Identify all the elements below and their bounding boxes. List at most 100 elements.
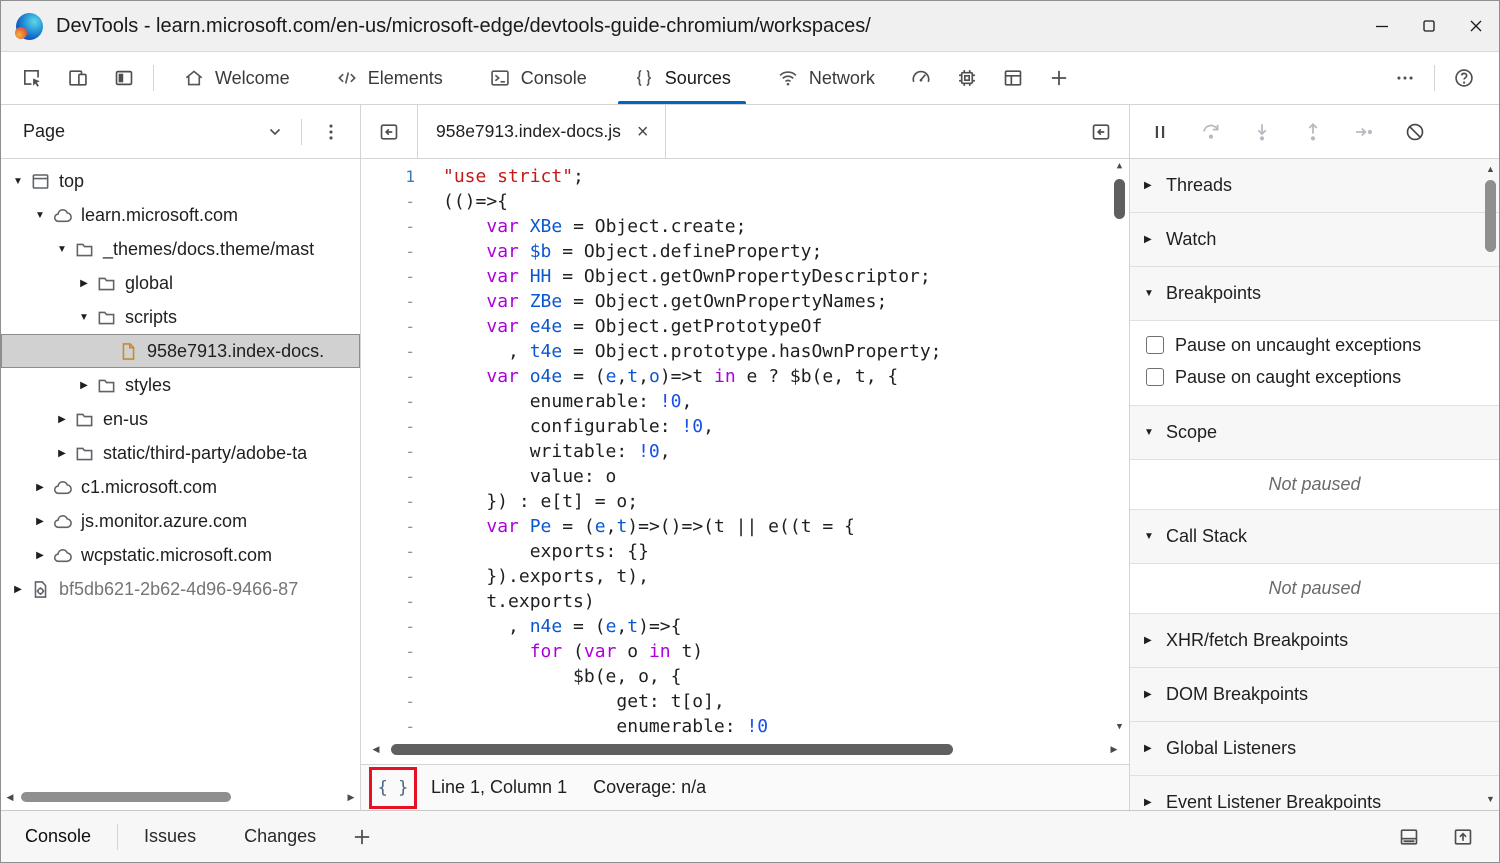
- close-button[interactable]: [1452, 1, 1499, 51]
- checkbox-unchecked-icon[interactable]: [1146, 336, 1164, 354]
- twisty-right-icon[interactable]: ▶: [75, 278, 93, 289]
- tab-console[interactable]: Console: [466, 52, 610, 104]
- scroll-up-icon[interactable]: ▲: [1113, 162, 1127, 171]
- twisty-right-icon[interactable]: ▶: [53, 448, 71, 459]
- more-tools-button[interactable]: [1036, 56, 1082, 100]
- tree-item-js-monitor-azure-com[interactable]: ▶ js.monitor.azure.com: [1, 504, 360, 538]
- editor-panel-toggle-button[interactable]: [1079, 110, 1123, 154]
- tree-item-global[interactable]: ▶ global: [1, 266, 360, 300]
- device-emulation-button[interactable]: [55, 56, 101, 100]
- tree-item-en-us[interactable]: ▶ en-us: [1, 402, 360, 436]
- tree-item-styles[interactable]: ▶ styles: [1, 368, 360, 402]
- twisty-right-icon[interactable]: ▶: [31, 516, 49, 527]
- tree-item-label: learn.microsoft.com: [81, 204, 239, 225]
- twisty-down-icon[interactable]: ▼: [75, 312, 93, 323]
- scroll-left-icon[interactable]: ◀: [369, 745, 383, 754]
- focus-mode-button[interactable]: [101, 56, 147, 100]
- tree-item-label: scripts: [125, 306, 178, 327]
- scroll-down-icon[interactable]: ▼: [1113, 723, 1127, 732]
- twisty-right-icon[interactable]: ▶: [31, 550, 49, 561]
- twisty-right-icon[interactable]: ▶: [53, 414, 71, 425]
- tree-item-wcpstatic-microsoft-com[interactable]: ▶ wcpstatic.microsoft.com: [1, 538, 360, 572]
- tree-item-scripts[interactable]: ▼ scripts: [1, 300, 360, 334]
- checkbox-unchecked-icon[interactable]: [1146, 368, 1164, 386]
- step-button[interactable]: [1338, 110, 1389, 154]
- coverage-status: Coverage: n/a: [593, 777, 707, 797]
- page-dropdown[interactable]: Page: [1, 105, 295, 158]
- breakpoint-option-pause-on-caught-exceptions[interactable]: Pause on caught exceptions: [1130, 361, 1499, 393]
- breakpoint-option-pause-on-uncaught-exceptions[interactable]: Pause on uncaught exceptions: [1130, 329, 1499, 361]
- code-line: value: o: [443, 466, 617, 487]
- scrollbar-thumb[interactable]: [1114, 179, 1125, 219]
- application-button[interactable]: [990, 56, 1036, 100]
- section-label: Global Listeners: [1166, 738, 1297, 758]
- close-tab-icon[interactable]: ×: [637, 122, 649, 142]
- tree-item-themes-docs-theme-mast[interactable]: ▼ _themes/docs.theme/mast: [1, 232, 360, 266]
- add-drawer-tab-button[interactable]: [340, 815, 384, 859]
- scroll-left-icon[interactable]: ◀: [3, 792, 17, 802]
- step-out-button[interactable]: [1287, 110, 1338, 154]
- section-header-dom-breakpoints[interactable]: ▶ DOM Breakpoints: [1130, 668, 1499, 722]
- pause-script-button[interactable]: [1134, 110, 1185, 154]
- memory-button[interactable]: [944, 56, 990, 100]
- tree-item-top[interactable]: ▼ top: [1, 164, 360, 198]
- scroll-right-icon[interactable]: ▶: [1107, 745, 1121, 754]
- help-button[interactable]: [1441, 56, 1487, 100]
- editor-back-button[interactable]: [367, 110, 411, 154]
- twisty-down-icon[interactable]: ▼: [9, 176, 27, 187]
- scrollbar-track: [1483, 174, 1498, 795]
- twisty-right-icon[interactable]: ▶: [75, 380, 93, 391]
- code-editor[interactable]: 1 - - - - - - - - - - - - - - - - - - - - - - "use strict"; (()…: [361, 159, 1129, 736]
- twisty-right-icon[interactable]: ▶: [9, 584, 27, 595]
- step-into-button[interactable]: [1236, 110, 1287, 154]
- section-header-breakpoints[interactable]: ▼ Breakpoints: [1130, 267, 1499, 321]
- editor-statusbar: { } Line 1, Column 1 Coverage: n/a: [361, 764, 1129, 810]
- deactivate-breakpoints-button[interactable]: [1389, 110, 1440, 154]
- tab-welcome[interactable]: Welcome: [160, 52, 313, 104]
- tree-item-958e7913-index-docs[interactable]: 958e7913.index-docs.: [1, 334, 360, 368]
- maximize-button[interactable]: [1405, 1, 1452, 51]
- expand-drawer-button[interactable]: [1441, 815, 1485, 859]
- tree-item-label: top: [59, 170, 85, 191]
- pretty-print-button[interactable]: { }: [373, 771, 413, 805]
- section-header-xhr-fetch-breakpoints[interactable]: ▶ XHR/fetch Breakpoints: [1130, 614, 1499, 668]
- scroll-up-icon[interactable]: ▲: [1484, 165, 1498, 174]
- section-header-watch[interactable]: ▶ Watch: [1130, 213, 1499, 267]
- drawer-tab-console[interactable]: Console: [1, 811, 115, 862]
- line-number-gutter[interactable]: 1 - - - - - - - - - - - - - - - - - - - - - -: [361, 159, 433, 736]
- navigator-horizontal-scrollbar: ◀ ▶: [3, 789, 358, 805]
- section-header-call-stack[interactable]: ▼ Call Stack: [1130, 510, 1499, 564]
- section-header-global-listeners[interactable]: ▶ Global Listeners: [1130, 722, 1499, 776]
- tab-sources[interactable]: Sources: [610, 52, 754, 104]
- drawer-tab-changes[interactable]: Changes: [220, 811, 340, 862]
- tree-item-static-third-party-adobe-ta[interactable]: ▶ static/third-party/adobe-ta: [1, 436, 360, 470]
- scrollbar-thumb[interactable]: [21, 791, 231, 802]
- tree-item-learn-microsoft-com[interactable]: ▼ learn.microsoft.com: [1, 198, 360, 232]
- twisty-down-icon[interactable]: ▼: [53, 244, 71, 255]
- scroll-right-icon[interactable]: ▶: [344, 792, 358, 802]
- inspect-element-button[interactable]: [9, 56, 55, 100]
- twisty-down-icon[interactable]: ▼: [31, 210, 49, 221]
- scrollbar-thumb[interactable]: [1485, 180, 1496, 252]
- minimize-button[interactable]: [1358, 1, 1405, 51]
- section-header-scope[interactable]: ▼ Scope: [1130, 406, 1499, 460]
- section-header-event-listener-breakpoints[interactable]: ▶ Event Listener Breakpoints: [1130, 776, 1499, 810]
- tab-elements[interactable]: Elements: [313, 52, 466, 104]
- section-label: Breakpoints: [1166, 283, 1262, 303]
- dock-drawer-button[interactable]: [1387, 815, 1431, 859]
- scrollbar-thumb[interactable]: [391, 744, 953, 755]
- twisty-right-icon[interactable]: ▶: [31, 482, 49, 493]
- drawer-tab-issues[interactable]: Issues: [120, 811, 220, 862]
- tab-network[interactable]: Network: [754, 52, 898, 104]
- tree-item-label: c1.microsoft.com: [81, 476, 218, 497]
- tree-item-c1-microsoft-com[interactable]: ▶ c1.microsoft.com: [1, 470, 360, 504]
- customize-devtools-button[interactable]: [1382, 56, 1428, 100]
- section-header-threads[interactable]: ▶ Threads: [1130, 159, 1499, 213]
- line-number: -: [405, 592, 415, 611]
- tree-item-bf5db621-2b62-4d96-9466-87[interactable]: ▶ bf5db621-2b62-4d96-9466-87: [1, 572, 360, 606]
- editor-tab[interactable]: 958e7913.index-docs.js ×: [417, 105, 666, 158]
- step-over-button[interactable]: [1185, 110, 1236, 154]
- scroll-down-icon[interactable]: ▼: [1484, 795, 1498, 804]
- navigator-more-button[interactable]: [308, 110, 354, 154]
- performance-button[interactable]: [898, 56, 944, 100]
